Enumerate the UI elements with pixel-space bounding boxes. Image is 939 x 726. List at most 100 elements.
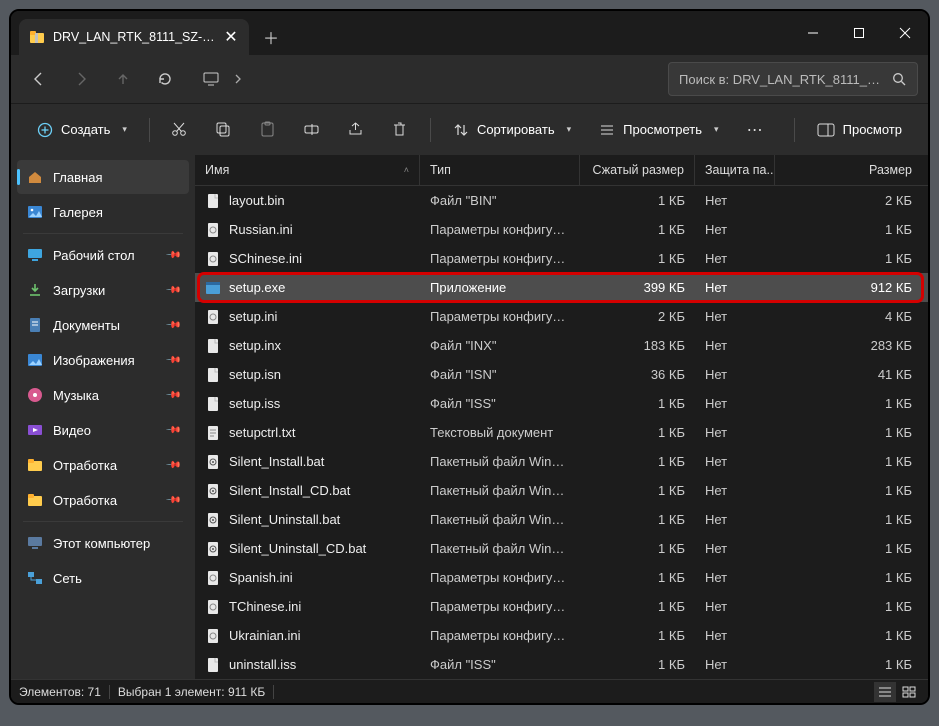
file-protected: Нет: [695, 657, 775, 672]
new-button[interactable]: Создать ▾: [25, 112, 139, 148]
sort-label: Сортировать: [477, 122, 555, 137]
table-row[interactable]: Russian.iniПараметры конфигурац...1 КБНе…: [195, 215, 928, 244]
download-icon: [27, 282, 43, 298]
share-button[interactable]: [336, 112, 376, 148]
table-row[interactable]: setup.issФайл "ISS"1 КБНет1 КБ: [195, 389, 928, 418]
table-row[interactable]: Silent_Uninstall.batПакетный файл Window…: [195, 505, 928, 534]
sidebar-item-music[interactable]: Музыка📌: [17, 378, 189, 412]
file-size: 283 КБ: [775, 338, 928, 353]
nav-bar: Поиск в: DRV_LAN_RTK_8111_SZ: [11, 55, 928, 103]
col-protected[interactable]: Защита па...: [695, 155, 775, 185]
chevron-down-icon: ▾: [567, 124, 572, 135]
table-row[interactable]: Silent_Install_CD.batПакетный файл Windo…: [195, 476, 928, 505]
address-bar[interactable]: [189, 62, 257, 96]
cut-button[interactable]: [160, 112, 200, 148]
new-label: Создать: [61, 122, 110, 137]
sidebar-item-videos[interactable]: Видео📌: [17, 413, 189, 447]
table-row[interactable]: setup.isnФайл "ISN"36 КБНет41 КБ: [195, 360, 928, 389]
file-icon: [205, 193, 221, 209]
col-compressed[interactable]: Сжатый размер: [580, 155, 695, 185]
table-row[interactable]: layout.binФайл "BIN"1 КБНет2 КБ: [195, 186, 928, 215]
file-icon: [205, 628, 221, 644]
network-icon: [27, 570, 43, 586]
table-row[interactable]: TChinese.iniПараметры конфигурац...1 КБН…: [195, 592, 928, 621]
col-size[interactable]: Размер: [775, 155, 928, 185]
table-row[interactable]: setup.inxФайл "INX"183 КБНет283 КБ: [195, 331, 928, 360]
copy-button[interactable]: [204, 112, 244, 148]
table-row[interactable]: Silent_Uninstall_CD.batПакетный файл Win…: [195, 534, 928, 563]
file-icon: [205, 309, 221, 325]
table-row[interactable]: uninstall.issФайл "ISS"1 КБНет1 КБ: [195, 650, 928, 679]
rename-button[interactable]: [292, 112, 332, 148]
minimize-button[interactable]: [790, 11, 836, 55]
col-name[interactable]: Имя˄: [195, 155, 420, 185]
new-tab-button[interactable]: ＋: [253, 19, 289, 55]
sidebar-item-documents[interactable]: Документы📌: [17, 308, 189, 342]
file-name: TChinese.ini: [229, 599, 301, 614]
table-row[interactable]: Spanish.iniПараметры конфигурац...1 КБНе…: [195, 563, 928, 592]
file-type: Файл "INX": [420, 338, 580, 353]
sort-button[interactable]: Сортировать ▾: [441, 112, 583, 148]
file-type: Файл "ISN": [420, 367, 580, 382]
pin-icon: 📌: [164, 352, 181, 369]
music-icon: [27, 387, 43, 403]
separator: [149, 118, 150, 142]
file-size: 1 КБ: [775, 425, 928, 440]
tiles-view-button[interactable]: [898, 682, 920, 702]
list-icon: [599, 122, 615, 138]
sidebar-item-desktop[interactable]: Рабочий стол📌: [17, 238, 189, 272]
file-type: Параметры конфигурац...: [420, 251, 580, 266]
file-compressed: 1 КБ: [580, 512, 695, 527]
delete-button[interactable]: [380, 112, 420, 148]
table-row[interactable]: SChinese.iniПараметры конфигурац...1 КБН…: [195, 244, 928, 273]
more-button[interactable]: ⋯: [735, 112, 775, 148]
file-type: Файл "ISS": [420, 657, 580, 672]
sidebar-item-gallery[interactable]: Галерея: [17, 195, 189, 229]
sidebar-item-folder2[interactable]: Отработка📌: [17, 483, 189, 517]
col-type[interactable]: Тип: [420, 155, 580, 185]
sort-asc-icon: ˄: [404, 165, 409, 175]
view-button[interactable]: Просмотреть▾: [587, 112, 730, 148]
up-button[interactable]: [105, 62, 141, 96]
sidebar-item-thispc[interactable]: Этот компьютер: [17, 526, 189, 560]
file-icon: [205, 657, 221, 673]
table-row[interactable]: setup.exeПриложение399 КБНет912 КБ: [195, 273, 928, 302]
file-protected: Нет: [695, 193, 775, 208]
tab-close-icon[interactable]: ✕: [223, 29, 239, 45]
details-view-button[interactable]: [874, 682, 896, 702]
documents-icon: [27, 317, 43, 333]
file-size: 1 КБ: [775, 454, 928, 469]
forward-button[interactable]: [63, 62, 99, 96]
sidebar-item-network[interactable]: Сеть: [17, 561, 189, 595]
file-type: Пакетный файл Windows: [420, 512, 580, 527]
file-type: Файл "BIN": [420, 193, 580, 208]
file-icon: [205, 425, 221, 441]
search-box[interactable]: Поиск в: DRV_LAN_RTK_8111_SZ: [668, 62, 918, 96]
table-row[interactable]: Ukrainian.iniПараметры конфигурац...1 КБ…: [195, 621, 928, 650]
file-compressed: 1 КБ: [580, 193, 695, 208]
file-protected: Нет: [695, 396, 775, 411]
file-name: setupctrl.txt: [229, 425, 295, 440]
folder-icon: [27, 492, 43, 508]
sidebar-item-downloads[interactable]: Загрузки📌: [17, 273, 189, 307]
file-type: Текстовый документ: [420, 425, 580, 440]
file-protected: Нет: [695, 541, 775, 556]
file-compressed: 1 КБ: [580, 425, 695, 440]
tiles-icon: [902, 686, 916, 698]
table-row[interactable]: setup.iniПараметры конфигурац...2 КБНет4…: [195, 302, 928, 331]
paste-button[interactable]: [248, 112, 288, 148]
file-size: 1 КБ: [775, 628, 928, 643]
table-row[interactable]: Silent_Install.batПакетный файл Windows1…: [195, 447, 928, 476]
close-button[interactable]: [882, 11, 928, 55]
preview-button[interactable]: Просмотр: [805, 112, 914, 148]
refresh-button[interactable]: [147, 62, 183, 96]
chevron-down-icon: ▾: [122, 124, 127, 135]
sidebar-item-pictures[interactable]: Изображения📌: [17, 343, 189, 377]
chevron-right-icon[interactable]: [233, 74, 243, 84]
tab[interactable]: DRV_LAN_RTK_8111_SZ-TSD_W ✕: [19, 19, 249, 55]
table-row[interactable]: setupctrl.txtТекстовый документ1 КБНет1 …: [195, 418, 928, 447]
sidebar-item-folder1[interactable]: Отработка📌: [17, 448, 189, 482]
back-button[interactable]: [21, 62, 57, 96]
sidebar-item-home[interactable]: Главная: [17, 160, 189, 194]
maximize-button[interactable]: [836, 11, 882, 55]
